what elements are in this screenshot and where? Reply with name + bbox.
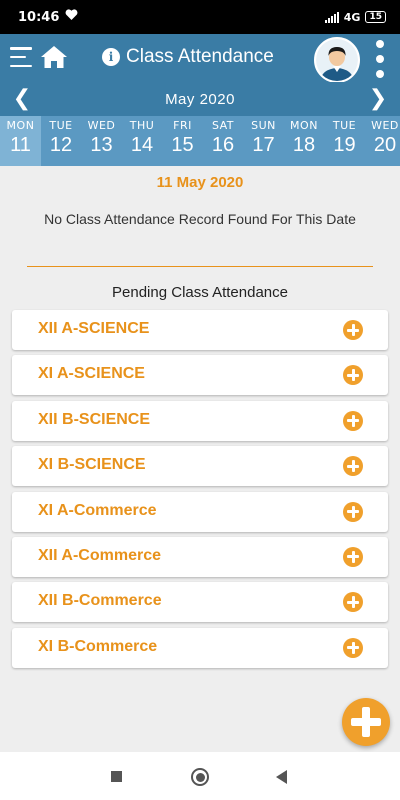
status-time: 10:46 — [18, 9, 60, 25]
add-circle-icon[interactable] — [343, 456, 363, 477]
date-day-label: MON — [6, 119, 35, 132]
add-circle-icon[interactable] — [343, 501, 363, 522]
class-name: XII B-Commerce — [38, 592, 162, 610]
selected-date: 11 May 2020 — [156, 174, 244, 191]
home-nav-button[interactable] — [191, 768, 209, 786]
fab-add-button[interactable] — [342, 698, 390, 746]
date-day-label: FRI — [173, 119, 192, 132]
date-number: 18 — [292, 134, 316, 156]
date-cell[interactable]: FRI 15 — [162, 116, 203, 166]
more-vert-icon[interactable] — [374, 40, 386, 78]
class-row[interactable]: XI B-Commerce — [12, 627, 388, 668]
home-icon[interactable] — [40, 44, 68, 70]
class-row[interactable]: XI A-Commerce — [12, 491, 388, 532]
heart-icon — [65, 9, 78, 25]
date-number: 14 — [130, 134, 154, 156]
date-day-label: TUE — [332, 119, 357, 132]
date-number: 16 — [211, 134, 235, 156]
add-circle-icon[interactable] — [343, 637, 363, 658]
date-cell[interactable]: MON 18 — [284, 116, 325, 166]
date-day-label: WED — [371, 119, 399, 132]
date-strip: MON 11 TUE 12 WED 13 THU 14 FRI 15 SAT 16 SUN 17 MON 18… — [0, 116, 400, 166]
date-day-label: TUE — [49, 119, 73, 132]
date-cell[interactable]: TUE 19 — [324, 116, 365, 166]
add-circle-icon[interactable] — [343, 592, 363, 613]
status-bar: 10:46 4G 15 — [0, 0, 400, 34]
class-row[interactable]: XII A-Commerce — [12, 536, 388, 577]
date-cell[interactable]: SAT 16 — [203, 116, 244, 166]
class-list: XII A-SCIENCE XI A-SCIENCE XII B-SCIENCE XI… — [12, 310, 388, 673]
status-right: 4G 15 — [324, 10, 386, 24]
recents-button[interactable] — [111, 771, 122, 782]
date-cell[interactable]: WED 20 — [365, 116, 400, 166]
add-circle-icon[interactable] — [343, 410, 363, 431]
add-circle-icon[interactable] — [343, 365, 363, 386]
no-record-message: No Class Attendance Record Found For Thi… — [44, 211, 356, 227]
month-label: May 2020 — [165, 90, 235, 108]
date-number: 12 — [49, 134, 73, 156]
info-icon[interactable]: i — [102, 48, 120, 66]
menu-icon[interactable] — [10, 45, 34, 69]
prev-month-button[interactable]: ❮ — [10, 86, 34, 112]
class-name: XI B-SCIENCE — [38, 456, 146, 474]
date-number: 13 — [90, 134, 113, 156]
date-number: 15 — [171, 134, 194, 156]
pending-title: Pending Class Attendance — [112, 284, 288, 301]
date-number: 19 — [333, 134, 356, 156]
class-name: XII B-SCIENCE — [38, 410, 151, 428]
page-title: Class Attendance — [126, 46, 274, 67]
date-day-label: SUN — [251, 119, 276, 132]
date-day-label: THU — [129, 119, 155, 132]
date-cell[interactable]: MON 11 — [0, 116, 41, 166]
class-name: XI A-Commerce — [38, 501, 157, 519]
next-month-button[interactable]: ❯ — [366, 86, 390, 112]
add-circle-icon[interactable] — [343, 320, 363, 340]
date-cell[interactable]: WED 13 — [81, 116, 122, 166]
signal-icon — [324, 11, 339, 23]
nav-bar — [0, 752, 400, 800]
title-wrap: i Class Attendance — [102, 46, 274, 68]
add-circle-icon[interactable] — [343, 546, 363, 567]
date-day-label: MON — [290, 119, 318, 132]
month-bar: ❮ May 2020 ❯ — [0, 82, 400, 116]
class-row[interactable]: XII B-Commerce — [12, 582, 388, 623]
date-number: 20 — [373, 134, 397, 156]
date-cell[interactable]: THU 14 — [122, 116, 163, 166]
battery-icon: 15 — [365, 11, 386, 23]
back-button[interactable] — [276, 770, 287, 784]
class-name: XI A-SCIENCE — [38, 365, 145, 383]
date-cell[interactable]: TUE 12 — [41, 116, 82, 166]
class-row[interactable]: XII B-SCIENCE — [12, 400, 388, 441]
class-name: XII A-SCIENCE — [38, 320, 150, 337]
network-type: 4G — [343, 10, 361, 24]
divider — [27, 266, 373, 267]
date-number: 11 — [10, 134, 31, 156]
class-row[interactable]: XI B-SCIENCE — [12, 446, 388, 487]
class-row[interactable]: XII A-SCIENCE — [12, 310, 388, 350]
date-day-label: WED — [87, 119, 116, 132]
battery-level: 15 — [369, 11, 382, 22]
avatar[interactable] — [314, 37, 360, 83]
date-day-label: SAT — [211, 119, 235, 132]
class-name: XII A-Commerce — [38, 546, 161, 564]
class-row[interactable]: XI A-SCIENCE — [12, 355, 388, 396]
date-number: 17 — [252, 134, 275, 156]
date-cell[interactable]: SUN 17 — [243, 116, 284, 166]
app-bar: i Class Attendance — [0, 34, 400, 83]
status-left: 10:46 — [18, 9, 78, 25]
class-name: XI B-Commerce — [38, 637, 158, 655]
